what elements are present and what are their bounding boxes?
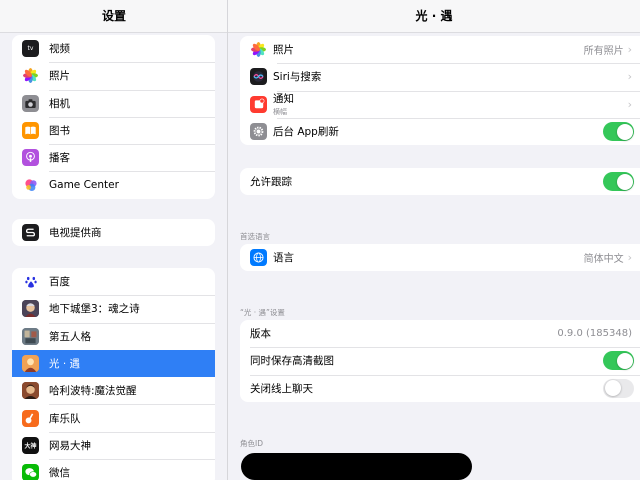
sidebar-item-camera[interactable]: 相机 <box>12 89 215 117</box>
sidebar-item-tv-provider[interactable]: 电视提供商 <box>12 219 215 246</box>
wechat-icon <box>22 464 39 480</box>
redacted-role-id <box>241 453 472 480</box>
sidebar-item-label: 相机 <box>49 97 70 110</box>
notifications-row[interactable]: 通知 横幅 › <box>240 90 640 118</box>
sidebar-group-apps: 百度 地下城堡3：魂之诗 第五人格 光 · 遇 哈利波特:魔法觉醒 库乐队 大神… <box>12 268 215 480</box>
chevron-right-icon: › <box>627 43 632 57</box>
siri-search-label: Siri与搜索 <box>273 71 322 84</box>
save-hd-screenshot-label: 同时保存高清截图 <box>250 355 334 368</box>
app-settings-section-header: “光 · 遇”设置 <box>240 308 285 317</box>
baidu-icon <box>22 273 39 291</box>
sidebar-item-game-center[interactable]: Game Center <box>12 171 215 198</box>
version-row: 版本 0.9.0 (185348) <box>240 320 640 347</box>
harry-potter-icon <box>22 382 39 400</box>
language-group: 语言 简体中文 › <box>240 244 640 272</box>
sidebar-item-label: 哈利波特:魔法觉醒 <box>49 385 137 398</box>
language-section-header: 首选语言 <box>240 232 270 241</box>
apple-tv-icon: tv <box>22 40 39 58</box>
sidebar-group-provider: 电视提供商 <box>12 219 215 247</box>
sidebar-group-media: tv 视频 照片 相机 图书 播客 Game Center <box>12 35 215 199</box>
sidebar-item-label: 网易大神 <box>49 439 91 452</box>
sidebar-item-identity-v[interactable]: 第五人格 <box>12 322 215 350</box>
siri-icon <box>250 68 267 86</box>
sidebar-item-dungeon-castle[interactable]: 地下城堡3：魂之诗 <box>12 295 215 322</box>
chevron-right-icon: › <box>627 251 632 265</box>
sidebar-item-wechat[interactable]: 微信 <box>12 459 215 480</box>
sidebar-item-label: 照片 <box>49 70 70 83</box>
photos-access-label: 照片 <box>273 44 294 57</box>
tracking-row: 允许跟踪 <box>240 168 640 195</box>
sidebar-item-label: 微信 <box>49 467 70 480</box>
language-row[interactable]: 语言 简体中文 › <box>240 244 640 271</box>
dungeon-castle-icon <box>22 300 39 318</box>
photos-access-row[interactable]: 照片 所有照片 › <box>240 36 640 63</box>
sidebar-item-label: 库乐队 <box>49 412 81 425</box>
sidebar-item-label: 第五人格 <box>49 330 91 343</box>
sidebar-item-videos[interactable]: tv 视频 <box>12 35 215 62</box>
page-title: 光 · 遇 <box>228 0 640 33</box>
language-value: 简体中文 <box>583 254 624 266</box>
sidebar-item-label: 百度 <box>49 276 70 289</box>
background-refresh-toggle[interactable] <box>603 122 634 142</box>
photos-access-value: 所有照片 <box>583 46 624 58</box>
camera-icon <box>22 94 39 112</box>
close-online-chat-toggle[interactable] <box>603 378 634 398</box>
tracking-toggle[interactable] <box>603 172 634 192</box>
chevron-right-icon: › <box>627 97 632 111</box>
sidebar-item-garageband[interactable]: 库乐队 <box>12 404 215 431</box>
sidebar-item-books[interactable]: 图书 <box>12 116 215 144</box>
gear-icon <box>250 123 267 141</box>
save-hd-screenshot-toggle[interactable] <box>603 351 634 371</box>
identity-v-icon <box>22 327 39 345</box>
sidebar-item-label: Game Center <box>49 179 119 192</box>
permissions-group: 照片 所有照片 › Siri与搜索 › 通知 横幅 › 后台 App刷新 <box>240 36 640 146</box>
sidebar-item-photos[interactable]: 照片 <box>12 62 215 89</box>
background-refresh-label: 后台 App刷新 <box>273 126 339 139</box>
sidebar-title: 设置 <box>0 0 227 33</box>
tracking-group: 允许跟踪 <box>240 168 640 196</box>
tv-provider-icon <box>22 224 39 242</box>
photos-icon <box>22 67 39 85</box>
notifications-sub: 横幅 <box>273 108 287 117</box>
language-label: 语言 <box>273 252 294 265</box>
role-id-section-header: 角色ID <box>240 439 263 448</box>
sidebar-item-podcasts[interactable]: 播客 <box>12 144 215 171</box>
app-settings-pane: 光 · 遇 照片 所有照片 › Siri与搜索 › 通知 横幅 › 后台 App… <box>228 0 640 480</box>
close-online-chat-row: 关闭线上聊天 <box>240 374 640 402</box>
notifications-label: 通知 <box>273 93 294 106</box>
version-label: 版本 <box>250 328 271 341</box>
tracking-label: 允许跟踪 <box>250 176 292 189</box>
sidebar-item-harry-potter[interactable]: 哈利波特:魔法觉醒 <box>12 377 215 404</box>
sidebar-item-netease-dashen[interactable]: 大神 网易大神 <box>12 431 215 459</box>
sidebar-item-sky[interactable]: 光 · 遇 <box>12 349 215 378</box>
version-value: 0.9.0 (185348) <box>557 328 632 340</box>
siri-search-row[interactable]: Siri与搜索 › <box>240 63 640 90</box>
garageband-icon <box>22 409 39 427</box>
sidebar-item-label: 地下城堡3：魂之诗 <box>49 303 140 316</box>
sidebar-item-label: 电视提供商 <box>49 227 102 240</box>
sidebar-item-label: 图书 <box>49 125 70 138</box>
podcasts-icon <box>22 149 39 167</box>
save-hd-screenshot-row: 同时保存高清截图 <box>240 347 640 374</box>
photos-icon <box>250 41 267 59</box>
game-center-icon <box>22 176 39 194</box>
chevron-right-icon: › <box>627 70 632 84</box>
sidebar-item-baidu[interactable]: 百度 <box>12 268 215 295</box>
background-refresh-row: 后台 App刷新 <box>240 117 640 145</box>
settings-sidebar: 设置 tv 视频 照片 相机 图书 播客 Game Center 电视提供商 百… <box>0 0 228 480</box>
globe-icon <box>250 249 267 267</box>
close-online-chat-label: 关闭线上聊天 <box>250 382 313 395</box>
netease-dashen-icon: 大神 <box>22 436 39 454</box>
notifications-icon <box>250 95 267 113</box>
sidebar-item-label: 视频 <box>49 43 70 56</box>
sky-icon <box>22 355 39 373</box>
app-settings-group: 版本 0.9.0 (185348) 同时保存高清截图 关闭线上聊天 <box>240 320 640 402</box>
sidebar-item-label: 播客 <box>49 152 70 165</box>
sidebar-item-label: 光 · 遇 <box>49 358 81 371</box>
books-icon <box>22 122 39 140</box>
